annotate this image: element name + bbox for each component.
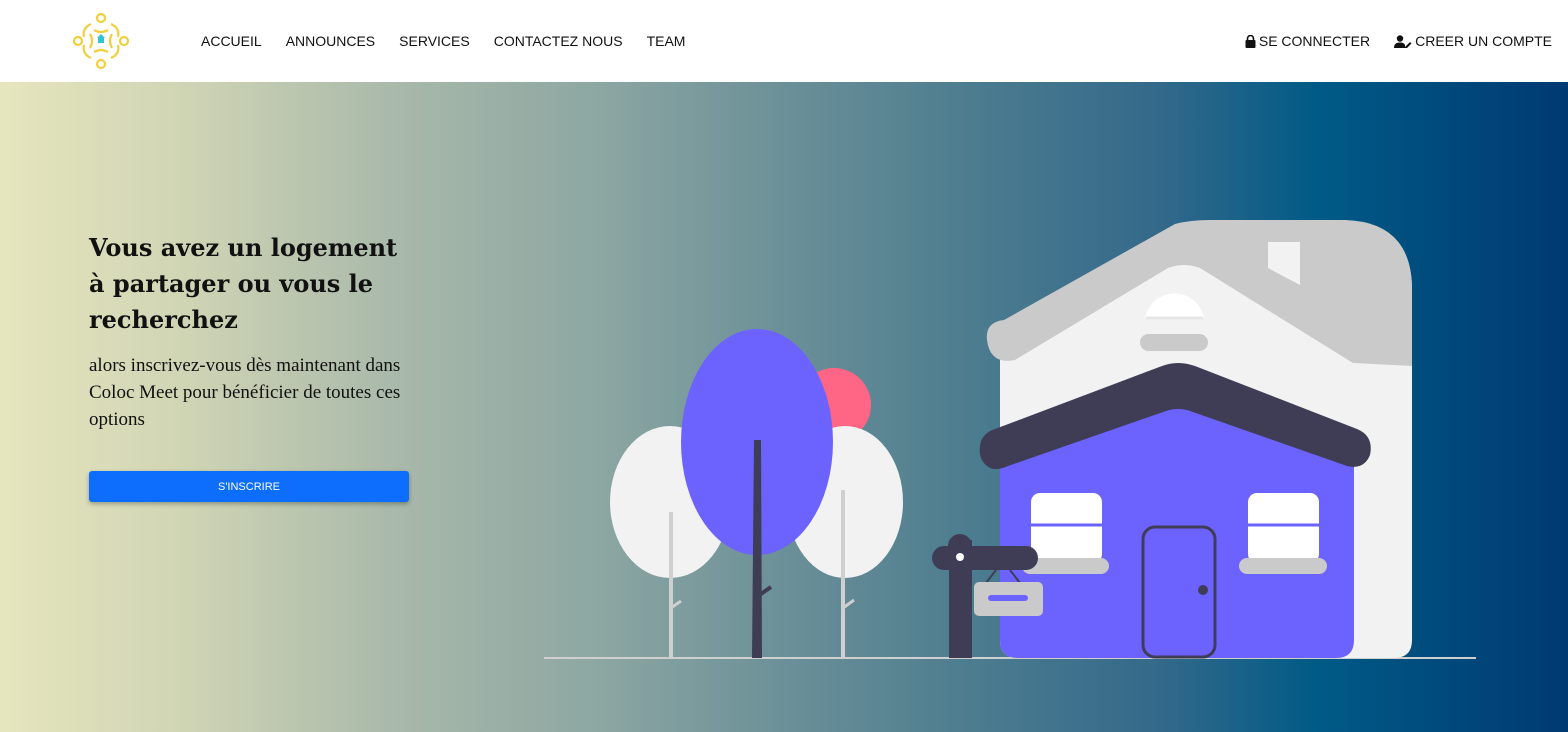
register-link[interactable]: CREER UN COMPTE [1394, 33, 1552, 49]
hero-subtitle: alors inscrivez-vous dès maintenant dans… [89, 355, 401, 430]
house [979, 220, 1412, 659]
nav-link-announces[interactable]: ANNOUNCES [286, 33, 375, 49]
hero-title: Vous avez un logement à partager ou vous… [89, 233, 398, 334]
trees [610, 329, 903, 658]
lock-icon [1245, 34, 1256, 48]
nav-link-team[interactable]: TEAM [647, 33, 686, 49]
auth-links: SE CONNECTER CREER UN COMPTE [1221, 0, 1552, 82]
house-illustration [544, 220, 1476, 659]
nav-link-services[interactable]: SERVICES [399, 33, 470, 49]
user-edit-icon [1394, 34, 1412, 48]
main-nav: ACCUEIL ANNOUNCES SERVICES CONTACTEZ NOU… [201, 0, 709, 82]
login-link[interactable]: SE CONNECTER [1245, 33, 1370, 49]
login-label: SE CONNECTER [1258, 33, 1371, 49]
navbar: ACCUEIL ANNOUNCES SERVICES CONTACTEZ NOU… [0, 0, 1568, 82]
signup-button[interactable]: S'INSCRIRE [89, 471, 409, 502]
register-label: CREER UN COMPTE [1415, 33, 1552, 49]
nav-link-contact[interactable]: CONTACTEZ NOUS [494, 33, 623, 49]
logo[interactable] [70, 10, 132, 72]
hero-section: Vous avez un logement à partager ou vous… [0, 82, 1568, 732]
nav-link-accueil[interactable]: ACCUEIL [201, 33, 262, 49]
